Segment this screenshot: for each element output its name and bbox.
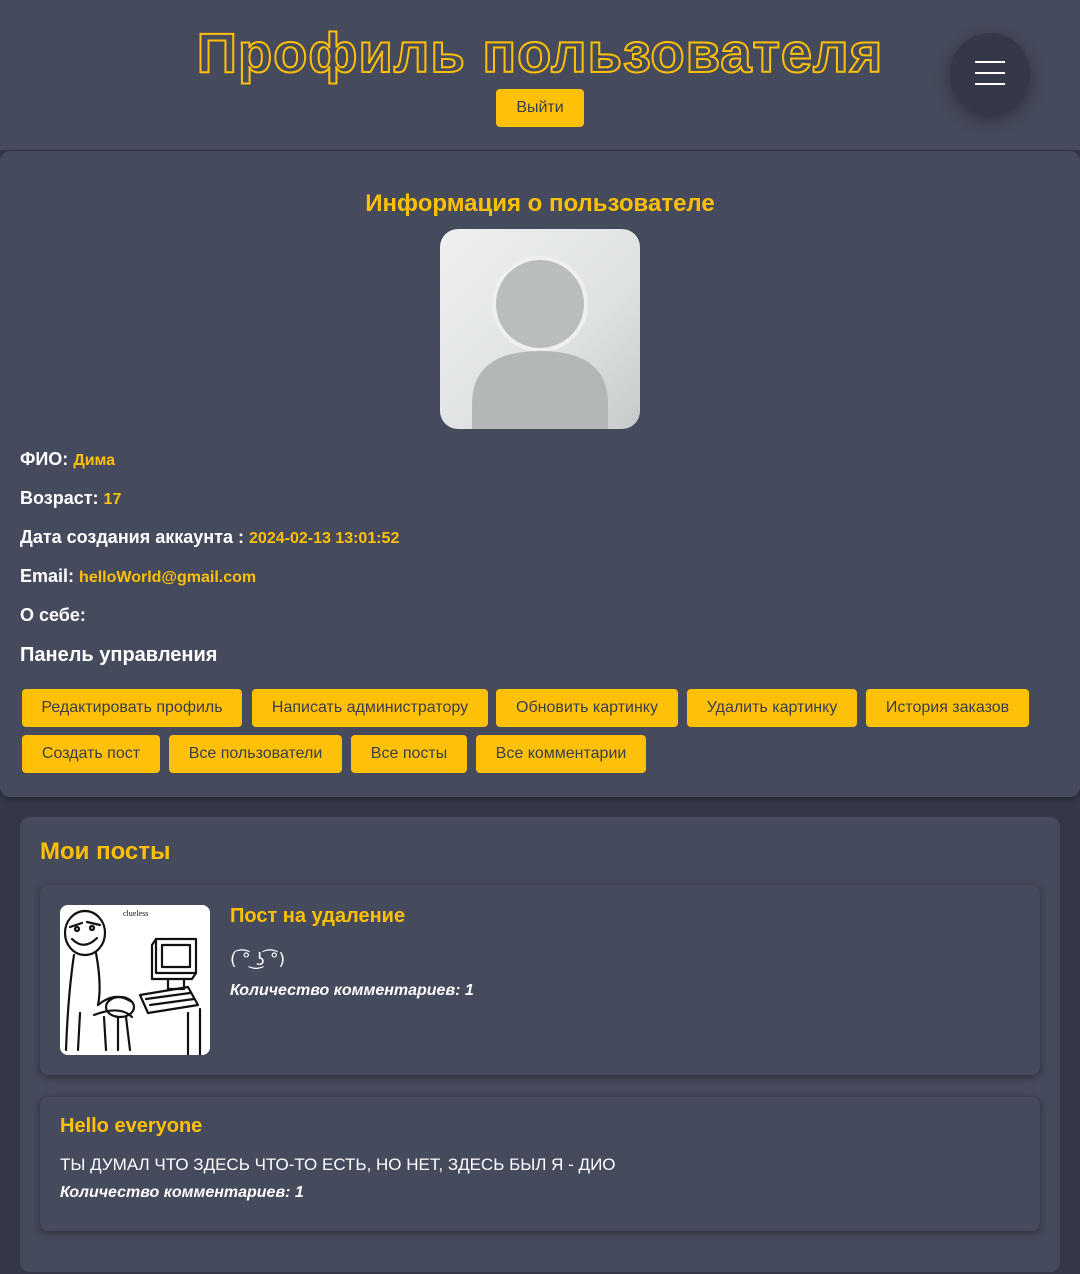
post-comments-count: Количество комментариев: 1 bbox=[230, 982, 474, 999]
logout-button[interactable]: Выйти bbox=[496, 89, 584, 127]
field-about: О себе: bbox=[20, 605, 86, 626]
menu-icon-line bbox=[975, 61, 1005, 63]
field-created: Дата создания аккаунта : 2024-02-13 13:0… bbox=[20, 527, 399, 548]
post-title[interactable]: Пост на удаление bbox=[230, 905, 405, 928]
edit-profile-button[interactable]: Редактировать профиль bbox=[22, 689, 242, 727]
hamburger-menu-button[interactable] bbox=[950, 33, 1030, 113]
my-posts-title: Мои посты bbox=[40, 838, 171, 865]
all-posts-button[interactable]: Все посты bbox=[351, 735, 467, 773]
field-age-label: Возраст: bbox=[20, 488, 99, 508]
all-users-button[interactable]: Все пользователи bbox=[169, 735, 342, 773]
post-image: clueless bbox=[60, 905, 210, 1055]
page-title: Профиль пользователя bbox=[196, 21, 884, 85]
control-panel-title: Панель управления bbox=[20, 644, 218, 666]
user-silhouette-icon bbox=[472, 256, 608, 429]
delete-picture-button[interactable]: Удалить картинку bbox=[687, 689, 857, 727]
field-about-label: О себе: bbox=[20, 605, 86, 625]
field-age: Возраст: 17 bbox=[20, 488, 121, 509]
field-email-value: helloWorld@gmail.com bbox=[79, 569, 257, 586]
meme-drawing-image: clueless bbox=[60, 905, 210, 1055]
post-comments-count: Количество комментариев: 1 bbox=[60, 1184, 304, 1201]
message-admin-button[interactable]: Написать администратору bbox=[252, 689, 488, 727]
field-email: Email: helloWorld@gmail.com bbox=[20, 566, 256, 587]
post-title[interactable]: Hello everyone bbox=[60, 1115, 202, 1138]
update-picture-button[interactable]: Обновить картинку bbox=[496, 689, 678, 727]
field-created-value: 2024-02-13 13:01:52 bbox=[249, 530, 400, 547]
menu-icon-line bbox=[975, 72, 1005, 74]
user-info-title: Информация о пользователе bbox=[365, 190, 715, 217]
menu-icon-line bbox=[975, 83, 1005, 85]
field-name: ФИО: Дима bbox=[20, 449, 115, 470]
avatar bbox=[440, 229, 640, 429]
field-name-label: ФИО: bbox=[20, 449, 69, 469]
field-email-label: Email: bbox=[20, 566, 75, 586]
post-text: ТЫ ДУМАЛ ЧТО ЗДЕСЬ ЧТО-ТО ЕСТЬ, НО НЕТ, … bbox=[60, 1155, 616, 1174]
order-history-button[interactable]: История заказов bbox=[866, 689, 1029, 727]
field-age-value: 17 bbox=[103, 491, 122, 508]
image-caption: clueless bbox=[123, 909, 148, 918]
field-created-label: Дата создания аккаунта : bbox=[20, 527, 244, 547]
post-text: ( ͡° ͜ʖ ͡°) bbox=[230, 950, 286, 970]
create-post-button[interactable]: Создать пост bbox=[22, 735, 160, 773]
field-name-value: Дима bbox=[73, 452, 116, 469]
all-comments-button[interactable]: Все комментарии bbox=[476, 735, 646, 773]
